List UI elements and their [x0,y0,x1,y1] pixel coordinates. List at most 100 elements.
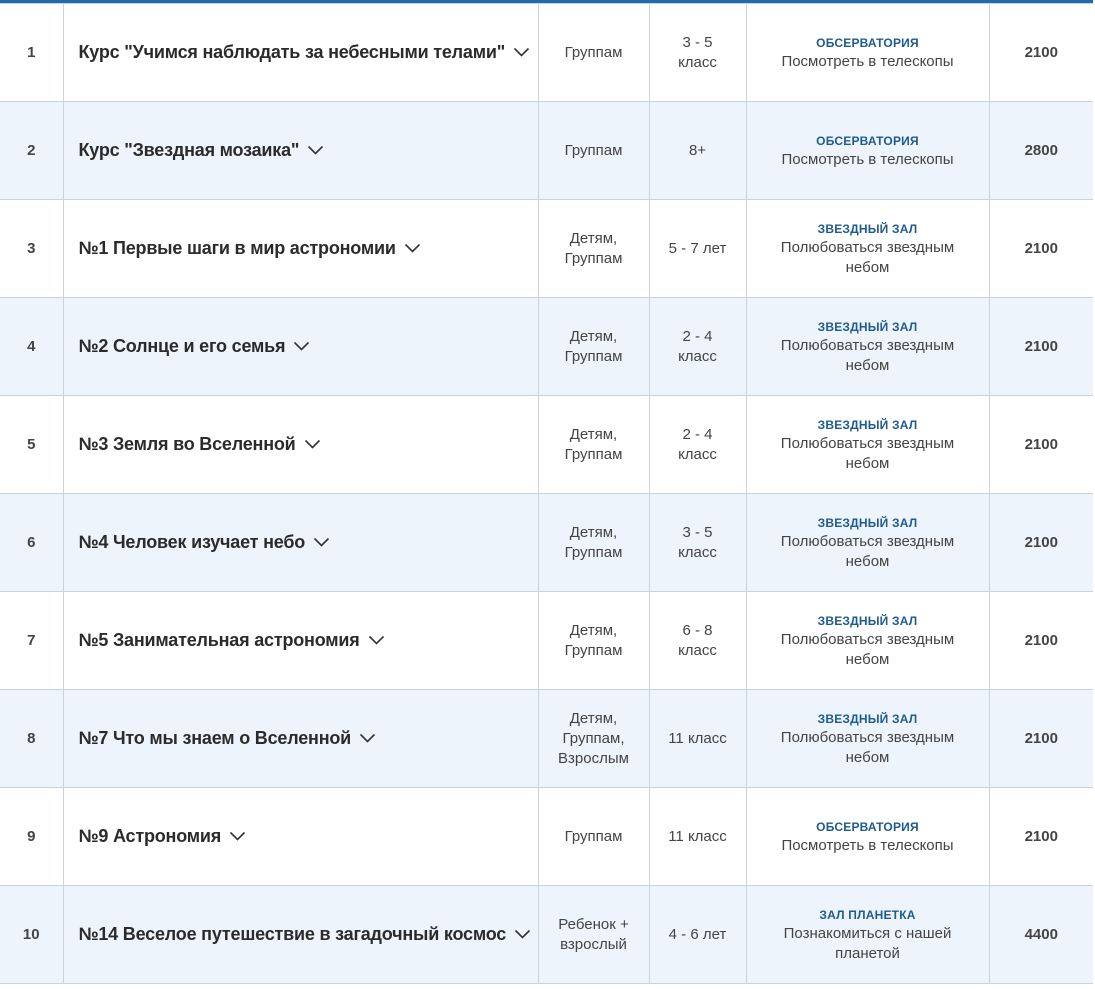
price-cell: 2100 [988,689,1093,788]
hall-cell: ЗВЕЗДНЫЙ ЗАЛ Полюбоваться звездным небом [745,199,990,298]
program-title[interactable]: №7 Что мы знаем о Вселенной [79,728,352,748]
program-title-toggle[interactable]: Курс "Звездная мозаика" [79,140,325,160]
row-number-cell: 1 [0,3,64,102]
price-value: 2800 [1024,141,1058,159]
program-title[interactable]: №5 Занимательная астрономия [79,630,360,650]
table-row: 4 №2 Солнце и его семья Детям, Группам 2 … [0,297,1093,396]
program-title-toggle[interactable]: №5 Занимательная астрономия [79,630,385,650]
program-title-toggle[interactable]: №4 Человек изучает небо [79,532,331,552]
program-title-toggle[interactable]: №14 Веселое путешествие в загадочный кос… [79,924,532,944]
row-number: 10 [22,925,40,943]
program-title[interactable]: №2 Солнце и его семья [79,336,286,356]
row-number: 3 [27,239,36,257]
text-line: 8+ [688,141,707,159]
program-title-cell[interactable]: №5 Занимательная астрономия [62,591,539,690]
program-title[interactable]: №4 Человек изучает небо [79,532,306,552]
text-line: класс [678,445,717,463]
text-line: взрослый [560,935,627,953]
chevron-down-icon[interactable] [513,46,530,58]
chevron-down-icon[interactable] [404,242,421,254]
audience-cell: Детям, Группам [537,493,650,592]
programs-page: 1 Курс "Учимся наблюдать за небесными те… [0,0,1093,989]
hall-cell: ОБСЕРВАТОРИЯ Посмотреть в телескопы [745,101,990,200]
age-cell: 3 - 5 класс [648,493,747,592]
price-value: 2100 [1024,827,1058,845]
text-line: Детям, [569,523,618,541]
chevron-down-icon[interactable] [313,536,330,548]
program-title[interactable]: №9 Астрономия [79,826,222,846]
chevron-down-icon[interactable] [304,438,321,450]
row-number-cell: 7 [0,591,64,690]
program-title-toggle[interactable]: №2 Солнце и его семья [79,336,311,356]
program-title-toggle[interactable]: №1 Первые шаги в мир астрономии [79,238,421,258]
program-title-toggle[interactable]: №9 Астрономия [79,826,247,846]
program-title-cell[interactable]: №3 Земля во Вселенной [62,395,539,494]
price-value: 2100 [1024,43,1058,61]
price-value: 2100 [1024,337,1058,355]
audience-text: Детям, Группам [539,523,649,563]
program-title-cell[interactable]: №1 Первые шаги в мир астрономии [62,199,539,298]
text-line: Полюбоваться звездным [780,336,955,354]
program-title-cell[interactable]: Курс "Учимся наблюдать за небесными тела… [62,3,539,102]
age-text: 6 - 8 класс [650,621,746,661]
program-title-cell[interactable]: Курс "Звездная мозаика" [62,101,539,200]
price-cell: 2100 [988,297,1093,396]
row-number: 1 [27,43,36,61]
row-number-cell: 9 [0,787,64,886]
program-title-toggle[interactable]: №7 Что мы знаем о Вселенной [79,728,377,748]
audience-text: Ребенок + взрослый [539,915,649,955]
text-line: Детям, [569,425,618,443]
row-number: 4 [27,337,36,355]
program-title-cell[interactable]: №7 Что мы знаем о Вселенной [62,689,539,788]
program-title-cell[interactable]: №4 Человек изучает небо [62,493,539,592]
chevron-down-icon[interactable] [307,144,324,156]
table-row: 6 №4 Человек изучает небо Детям, Группам … [0,493,1093,592]
table-row: 9 №9 Астрономия Группам 11 класс ОБСЕРВА… [0,787,1093,886]
text-line: Группам [564,141,623,159]
chevron-down-icon[interactable] [229,830,246,842]
program-title-cell[interactable]: №2 Солнце и его семья [62,297,539,396]
hall-name: ОБСЕРВАТОРИЯ [816,133,919,148]
price-cell: 4400 [988,885,1093,984]
table-row: 3 №1 Первые шаги в мир астрономии Детям,… [0,199,1093,298]
text-line: небом [845,748,890,766]
price-cell: 2100 [988,591,1093,690]
chevron-down-icon[interactable] [368,634,385,646]
row-number: 8 [27,729,36,747]
age-text: 2 - 4 класс [650,425,746,465]
hall-description: Посмотреть в телескопы [747,52,989,72]
program-title[interactable]: №3 Земля во Вселенной [79,434,296,454]
text-line: Группам [564,43,623,61]
hall-description: Полюбоваться звездным небом [747,630,989,670]
price-value: 2100 [1024,533,1058,551]
table-row: 5 №3 Земля во Вселенной Детям, Группам 2 … [0,395,1093,494]
hall-description: Полюбоваться звездным небом [747,434,989,474]
text-line: Детям, [569,709,618,727]
hall-cell: ОБСЕРВАТОРИЯ Посмотреть в телескопы [745,787,990,886]
program-title[interactable]: Курс "Звездная мозаика" [79,140,300,160]
program-title-toggle[interactable]: №3 Земля во Вселенной [79,434,321,454]
age-cell: 4 - 6 лет [648,885,747,984]
program-title[interactable]: №1 Первые шаги в мир астрономии [79,238,396,258]
program-title[interactable]: №14 Веселое путешествие в загадочный кос… [79,924,507,944]
chevron-down-icon[interactable] [514,928,531,940]
chevron-down-icon[interactable] [293,340,310,352]
age-cell: 11 класс [648,689,747,788]
age-cell: 8+ [648,101,747,200]
text-line: Группам [564,445,623,463]
age-text: 2 - 4 класс [650,327,746,367]
program-title-toggle[interactable]: Курс "Учимся наблюдать за небесными тела… [79,42,531,62]
program-title[interactable]: Курс "Учимся наблюдать за небесными тела… [79,42,506,62]
program-title-cell[interactable]: №14 Веселое путешествие в загадочный кос… [62,885,539,984]
audience-text: Детям, Группам [539,621,649,661]
hall-cell: ЗВЕЗДНЫЙ ЗАЛ Полюбоваться звездным небом [745,493,990,592]
text-line: класс [678,543,717,561]
text-line: Познакомиться с нашей [783,924,952,942]
text-line: Детям, [569,229,618,247]
audience-text: Группам [539,141,649,161]
price-value: 2100 [1024,435,1058,453]
chevron-down-icon[interactable] [359,732,376,744]
text-line: планетой [835,944,900,962]
program-title-cell[interactable]: №9 Астрономия [62,787,539,886]
hall-cell: ЗАЛ ПЛАНЕТКА Познакомиться с нашей планет… [745,885,990,984]
